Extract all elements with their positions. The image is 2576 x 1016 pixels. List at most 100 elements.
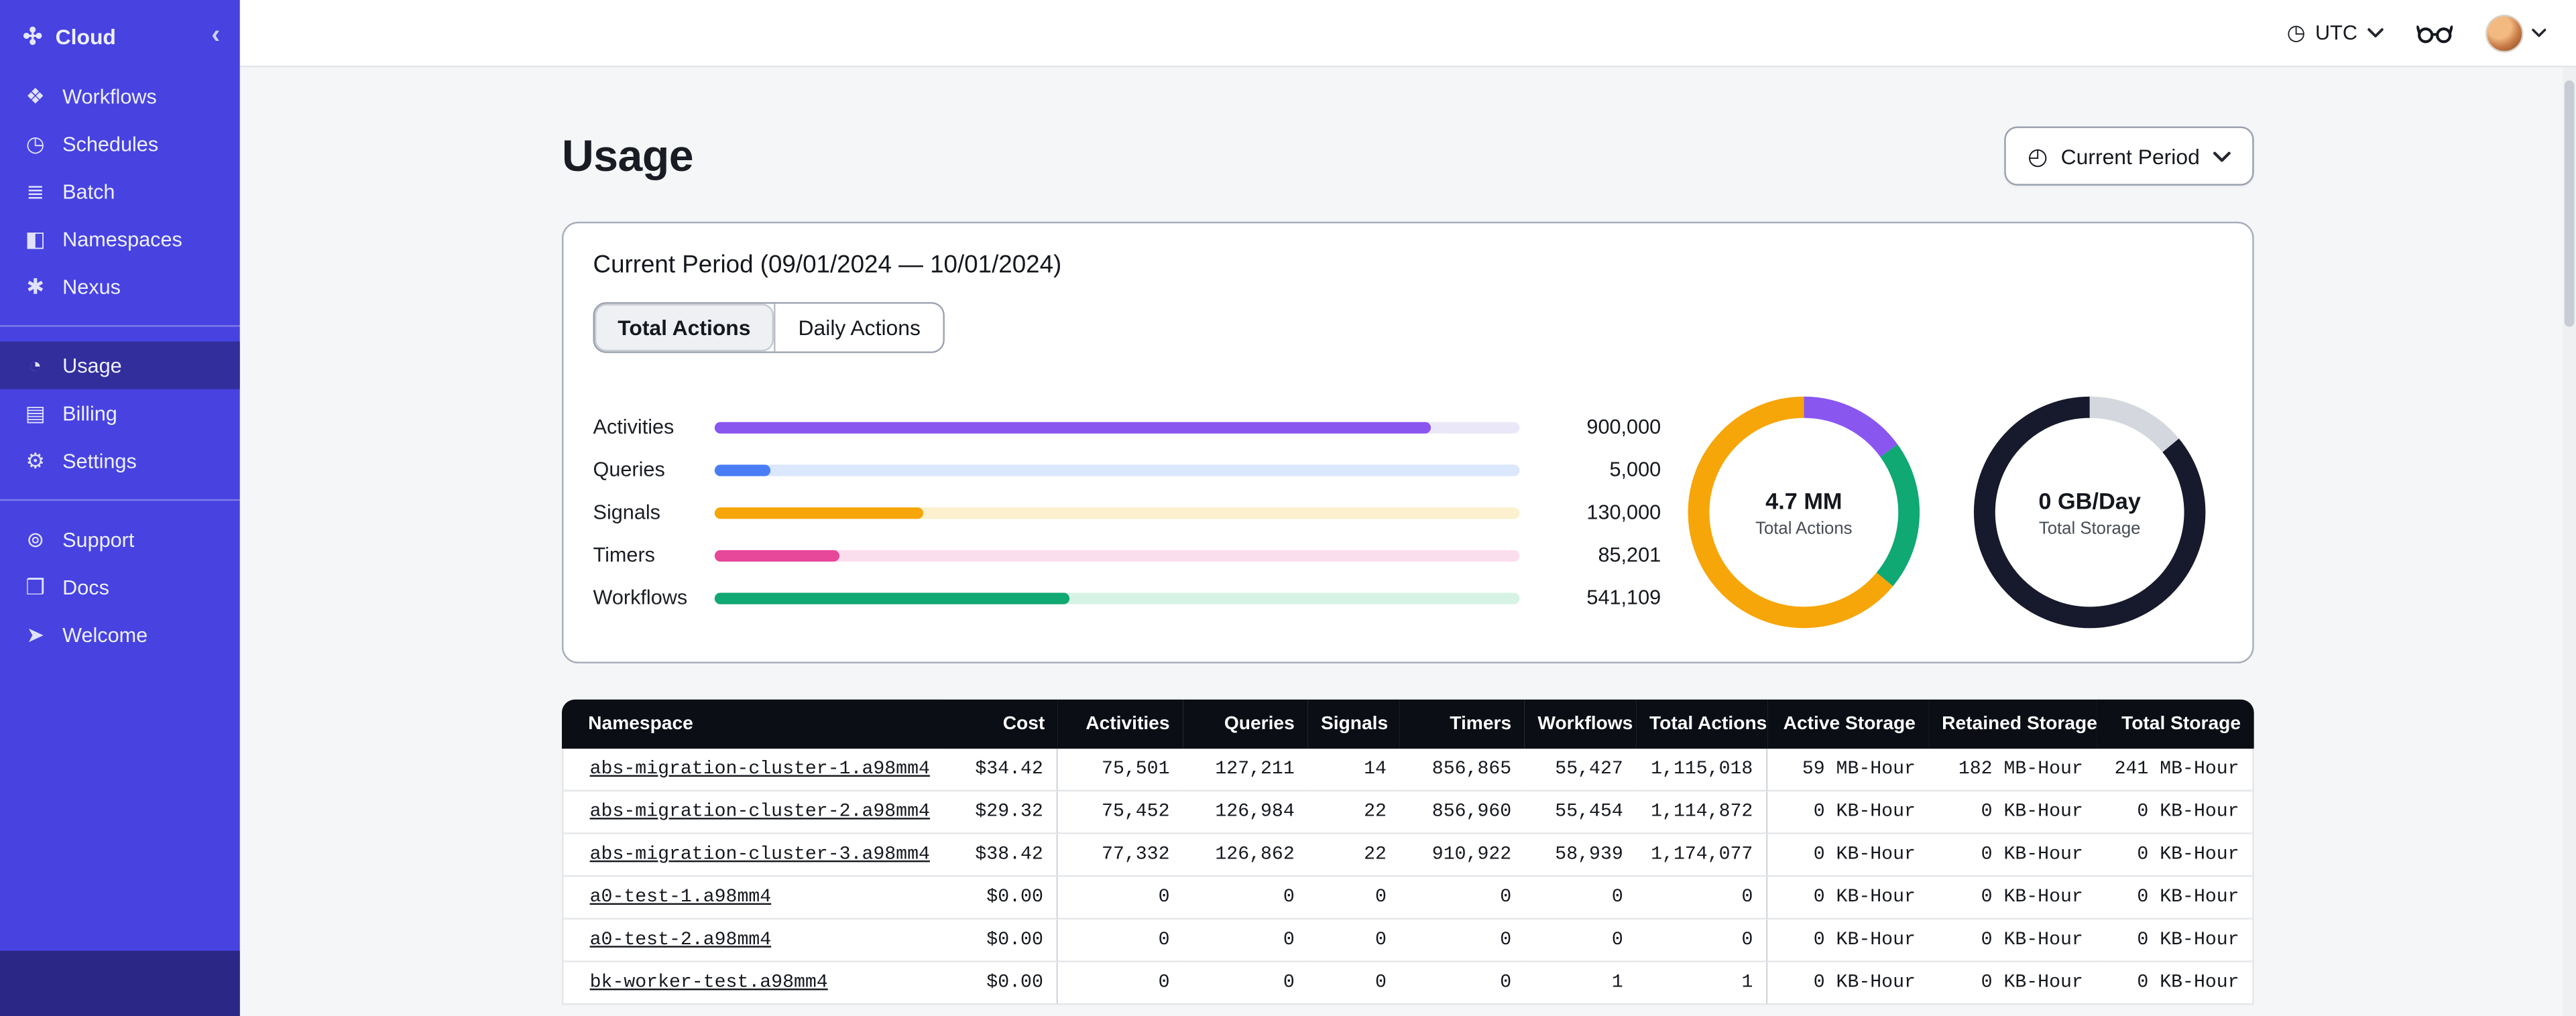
namespace-link[interactable]: a0-test-1.a98mm4: [590, 887, 772, 908]
topbar: ◷ UTC: [239, 0, 2576, 68]
cell-active-storage: 0 KB-Hour: [1767, 834, 1929, 877]
sidebar-collapse-button[interactable]: ‹: [208, 22, 223, 49]
column-header-workflows: Workflows: [1524, 699, 1637, 749]
clock-icon: ◷: [2286, 19, 2306, 45]
cell-queries: 0: [1183, 877, 1308, 920]
cell-total-actions: 1: [1636, 962, 1768, 1005]
tab-total-actions[interactable]: Total Actions: [594, 304, 774, 352]
welcome-icon: ➤: [26, 622, 45, 647]
sidebar-item-settings[interactable]: ⚙ Settings: [0, 437, 240, 485]
cell-timers: 856,865: [1399, 749, 1525, 791]
usage-bar-row: Queries 5,000: [593, 448, 1661, 491]
column-header-signals: Signals: [1307, 699, 1400, 749]
cell-namespace[interactable]: abs-migration-cluster-2.a98mm4: [561, 791, 940, 834]
page-title: Usage: [561, 130, 694, 180]
main-content: Usage ◴ Current Period Current Period (0…: [239, 67, 2576, 1016]
cell-timers: 910,922: [1399, 834, 1525, 877]
scrollbar[interactable]: [2563, 67, 2576, 1016]
workflows-icon: ❖: [25, 83, 45, 109]
cell-queries: 0: [1183, 962, 1308, 1005]
main-column: ◷ UTC Usage ◴ Current Period Current Per…: [239, 0, 2576, 1016]
avatar: [2485, 13, 2524, 52]
sidebar-footer: [0, 950, 240, 1016]
bar-fill: [714, 464, 771, 476]
table-row: abs-migration-cluster-1.a98mm4 $34.42 75,5…: [561, 749, 2254, 791]
batch-icon: ≣: [26, 179, 45, 204]
cell-retained-storage: 0 KB-Hour: [1928, 877, 2097, 920]
cell-signals: 22: [1307, 834, 1400, 877]
schedules-icon: ◷: [25, 131, 45, 156]
cell-total-actions: 0: [1636, 919, 1768, 962]
sidebar-item-label: Namespaces: [62, 227, 182, 251]
total-actions-value: 4.7 MM: [1765, 487, 1842, 513]
bar-value: 900,000: [1586, 415, 1661, 439]
namespace-link[interactable]: abs-migration-cluster-1.a98mm4: [590, 759, 930, 780]
cell-namespace[interactable]: abs-migration-cluster-3.a98mm4: [561, 834, 940, 877]
sidebar-item-docs[interactable]: ❒ Docs: [0, 563, 240, 611]
stage: ✣ Cloud ‹ ❖ Workflows ◷ Schedules ≣ Batch ◧ Nam…: [0, 0, 2576, 1016]
cell-total-storage: 0 KB-Hour: [2096, 791, 2254, 834]
cell-namespace[interactable]: abs-migration-cluster-1.a98mm4: [561, 749, 940, 791]
billing-icon: ▤: [25, 400, 46, 426]
total-actions-donut: 4.7 MM Total Actions: [1681, 389, 1928, 636]
cell-signals: 0: [1307, 962, 1400, 1005]
sidebar-item-usage[interactable]: ◔ Usage: [0, 341, 240, 389]
total-storage-donut: 0 GB/Day Total Storage: [1967, 389, 2213, 636]
settings-icon: ⚙: [25, 448, 45, 473]
user-menu[interactable]: [2485, 13, 2546, 52]
sidebar-item-nexus[interactable]: ✱ Nexus: [0, 263, 240, 310]
bar-fill: [714, 549, 839, 561]
namespaces-icon: ◧: [25, 227, 46, 251]
bar-value: 5,000: [1609, 458, 1661, 481]
sidebar-item-welcome[interactable]: ➤ Welcome: [0, 611, 240, 658]
cell-queries: 126,862: [1183, 834, 1308, 877]
bar-value: 541,109: [1586, 586, 1661, 610]
actions-tab-group: Total Actions Daily Actions: [593, 302, 945, 353]
namespace-usage-table: Namespace Cost Activities Queries Signals Tim…: [561, 699, 2254, 1005]
cell-total-storage: 0 KB-Hour: [2096, 877, 2254, 920]
cell-namespace[interactable]: bk-worker-test.a98mm4: [561, 962, 940, 1005]
period-selector-button[interactable]: ◴ Current Period: [2004, 126, 2254, 186]
app-window: ✣ Cloud ‹ ❖ Workflows ◷ Schedules ≣ Batch ◧ Nam…: [0, 0, 2576, 1016]
timezone-selector[interactable]: ◷ UTC: [2287, 19, 2384, 46]
brand-label: Cloud: [55, 23, 116, 49]
current-period-card: Current Period (09/01/2024 — 10/01/2024)…: [561, 221, 2254, 663]
cell-active-storage: 0 KB-Hour: [1767, 919, 1929, 962]
nexus-icon: ✱: [26, 274, 45, 299]
sidebar-item-label: Usage: [62, 354, 122, 377]
sidebar-item-billing[interactable]: ▤ Billing: [0, 389, 240, 437]
sidebar-item-batch[interactable]: ≣ Batch: [0, 168, 240, 215]
sidebar-item-schedules[interactable]: ◷ Schedules: [0, 120, 240, 168]
sidebar-item-namespaces[interactable]: ◧ Namespaces: [0, 215, 240, 263]
cell-cost: $0.00: [939, 962, 1058, 1005]
column-header-retained-storage: Retained Storage: [1928, 699, 2097, 749]
bar-track: [714, 506, 1520, 519]
tab-daily-actions[interactable]: Daily Actions: [773, 304, 944, 352]
cell-workflows: 58,939: [1524, 834, 1637, 877]
table-row: bk-worker-test.a98mm4 $0.00 0 0 0 0 1 1 0 KB-Hou…: [561, 962, 2254, 1005]
namespace-link[interactable]: abs-migration-cluster-3.a98mm4: [590, 844, 930, 865]
namespace-link[interactable]: a0-test-2.a98mm4: [590, 930, 772, 951]
cell-active-storage: 0 KB-Hour: [1767, 791, 1929, 834]
cell-namespace[interactable]: a0-test-1.a98mm4: [561, 877, 940, 920]
cell-namespace[interactable]: a0-test-2.a98mm4: [561, 919, 940, 962]
sidebar-item-workflows[interactable]: ❖ Workflows: [0, 72, 240, 120]
namespace-link[interactable]: abs-migration-cluster-2.a98mm4: [590, 802, 930, 823]
cell-activities: 0: [1057, 919, 1183, 962]
namespace-link[interactable]: bk-worker-test.a98mm4: [590, 972, 828, 994]
donut-charts: 4.7 MM Total Actions 0 GB/Day Total Stor…: [1681, 389, 2213, 636]
sidebar-item-support[interactable]: ⊚ Support: [0, 515, 240, 563]
chevron-down-icon: [2213, 151, 2231, 162]
cell-timers: 0: [1399, 877, 1525, 920]
bar-value: 85,201: [1598, 544, 1661, 567]
glasses-icon[interactable]: [2416, 22, 2453, 44]
scrollbar-thumb[interactable]: [2564, 80, 2575, 327]
cell-activities: 0: [1057, 877, 1183, 920]
cell-workflows: 1: [1524, 962, 1637, 1005]
cell-total-storage: 241 MB-Hour: [2096, 749, 2254, 791]
cell-total-storage: 0 KB-Hour: [2096, 919, 2254, 962]
cell-retained-storage: 0 KB-Hour: [1928, 834, 2097, 877]
column-header-active-storage: Active Storage: [1767, 699, 1929, 749]
sidebar-item-label: Billing: [62, 401, 117, 425]
bar-track: [714, 464, 1520, 476]
